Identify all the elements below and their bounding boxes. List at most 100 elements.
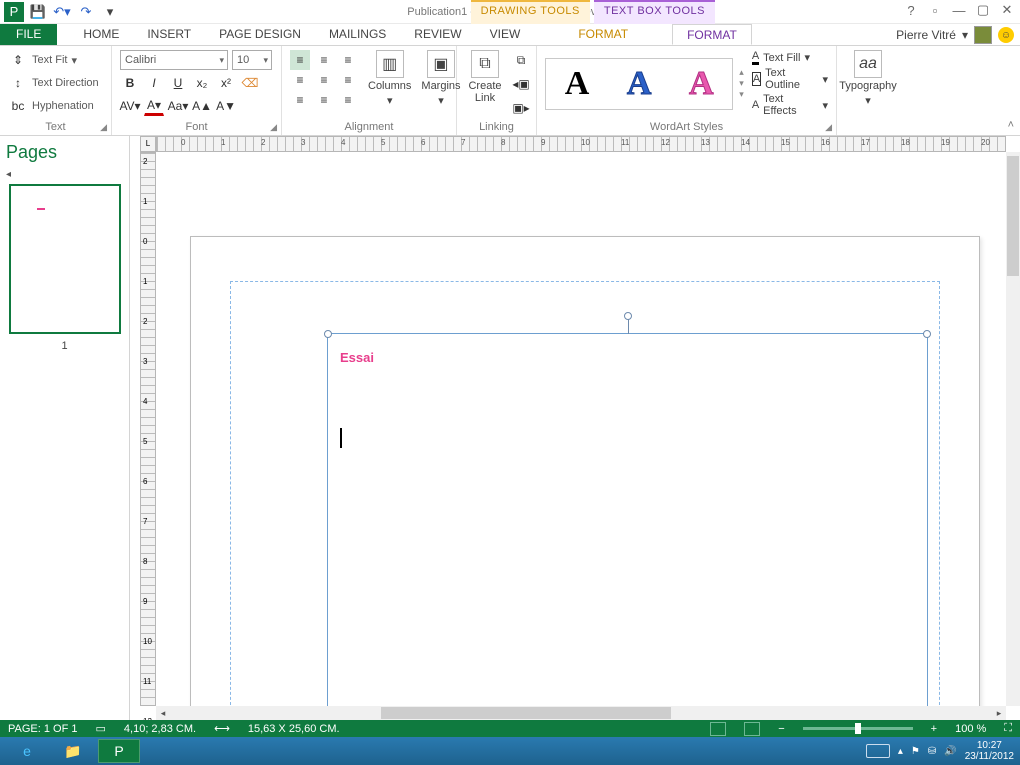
tray-arrow-icon[interactable]: ▴ xyxy=(898,746,903,757)
tab-view[interactable]: VIEW xyxy=(476,24,535,45)
columns-button[interactable]: ▥ Columns▾ xyxy=(368,50,411,110)
tab-review[interactable]: REVIEW xyxy=(400,24,475,45)
align-mid-center-button[interactable]: ≡ xyxy=(314,70,334,90)
char-spacing-button[interactable]: AV▾ xyxy=(120,96,140,116)
collapse-ribbon-icon[interactable]: ˄ xyxy=(1008,119,1014,131)
shrink-font-button[interactable]: A▼ xyxy=(216,96,236,116)
align-top-left-button[interactable]: ≡ xyxy=(290,50,310,70)
tray-volume-icon[interactable]: 🔊 xyxy=(944,746,956,757)
save-icon[interactable]: 💾 xyxy=(28,2,48,22)
text-fit-button[interactable]: Text Fit xyxy=(32,54,67,66)
user-dropdown-icon[interactable]: ▾ xyxy=(962,28,968,42)
font-family-select[interactable]: Calibri xyxy=(120,50,228,70)
italic-button[interactable]: I xyxy=(144,73,164,93)
subscript-button[interactable]: x₂ xyxy=(192,73,212,93)
wordart-gallery[interactable]: A A A xyxy=(545,58,733,110)
wordart-style-2[interactable]: A xyxy=(627,65,652,103)
text-outline-button[interactable]: AText Outline▾ xyxy=(752,67,828,91)
hscroll-left-icon[interactable]: ◂ xyxy=(156,706,170,720)
feedback-icon[interactable]: ☺ xyxy=(998,27,1014,43)
undo-icon[interactable]: ↶▾ xyxy=(52,2,72,22)
minimize-icon[interactable]: — xyxy=(950,3,968,18)
align-bot-left-button[interactable]: ≡ xyxy=(290,90,310,110)
break-link-icon[interactable]: ⧉ xyxy=(511,50,531,70)
text-effects-button[interactable]: AText Effects▾ xyxy=(752,93,828,117)
grow-font-button[interactable]: A▲ xyxy=(192,96,212,116)
typography-button[interactable]: aa Typography▾ xyxy=(845,50,891,107)
text-fit-icon[interactable]: ⇕ xyxy=(8,50,28,70)
align-top-center-button[interactable]: ≡ xyxy=(314,50,334,70)
user-avatar[interactable] xyxy=(974,26,992,44)
align-mid-left-button[interactable]: ≡ xyxy=(290,70,310,90)
taskbar-publisher-icon[interactable]: P xyxy=(98,739,140,763)
text-direction-icon[interactable]: ↕ xyxy=(8,73,28,93)
taskbar-ie-icon[interactable]: e xyxy=(6,739,48,763)
tab-mailings[interactable]: MAILINGS xyxy=(315,24,400,45)
margins-button[interactable]: ▣ Margins▾ xyxy=(421,50,460,110)
status-page[interactable]: PAGE: 1 OF 1 xyxy=(8,723,78,735)
align-bot-right-button[interactable]: ≡ xyxy=(338,90,358,110)
view-single-icon[interactable] xyxy=(710,722,726,736)
zoom-slider[interactable] xyxy=(803,727,913,730)
ribbon-options-icon[interactable]: ▫ xyxy=(926,3,944,18)
hyphenation-button[interactable]: Hyphenation xyxy=(32,100,94,112)
restore-icon[interactable]: ▢ xyxy=(974,2,992,18)
rotation-handle[interactable] xyxy=(624,312,632,320)
zoom-in-button[interactable]: + xyxy=(931,723,937,735)
chevron-down-icon[interactable]: ▾ xyxy=(71,54,77,67)
prev-link-icon[interactable]: ◂▣ xyxy=(511,74,531,94)
align-top-right-button[interactable]: ≡ xyxy=(338,50,358,70)
text-fill-button[interactable]: AText Fill▾ xyxy=(752,50,828,65)
text-dialog-icon[interactable]: ◢ xyxy=(100,122,107,133)
tray-flag-icon[interactable]: ⚑ xyxy=(911,746,920,757)
clock[interactable]: 10:27 23/11/2012 xyxy=(965,740,1014,762)
bold-button[interactable]: B xyxy=(120,73,140,93)
pages-collapse-icon[interactable]: ◂ xyxy=(6,169,123,180)
underline-button[interactable]: U xyxy=(168,73,188,93)
page-thumbnail[interactable] xyxy=(9,184,121,334)
fit-page-icon[interactable]: ⛶ xyxy=(1004,722,1012,735)
gallery-up-icon[interactable]: ▴ xyxy=(739,67,744,78)
align-mid-right-button[interactable]: ≡ xyxy=(338,70,358,90)
create-link-button[interactable]: ⧉ Create Link xyxy=(465,50,505,118)
next-link-icon[interactable]: ▣▸ xyxy=(511,98,531,118)
font-color-button[interactable]: A▾ xyxy=(144,96,164,116)
view-spread-icon[interactable] xyxy=(744,722,760,736)
wordart-style-1[interactable]: A xyxy=(565,65,590,103)
tab-textbox-format[interactable]: FORMAT xyxy=(672,24,752,45)
keyboard-icon[interactable] xyxy=(866,744,890,758)
clear-format-icon[interactable]: ⌫ xyxy=(240,73,260,93)
help-icon[interactable]: ? xyxy=(902,3,920,18)
qat-customize-icon[interactable]: ▾ xyxy=(100,2,120,22)
tab-home[interactable]: HOME xyxy=(69,24,133,45)
taskbar-explorer-icon[interactable]: 📁 xyxy=(52,739,94,763)
resize-handle-nw[interactable] xyxy=(324,330,332,338)
vscroll-thumb[interactable] xyxy=(1007,156,1019,276)
tab-page-design[interactable]: PAGE DESIGN xyxy=(205,24,315,45)
tab-insert[interactable]: INSERT xyxy=(133,24,205,45)
tab-file[interactable]: FILE xyxy=(0,24,57,45)
tab-drawing-format[interactable]: FORMAT xyxy=(564,24,642,45)
gallery-more-icon[interactable]: ▾ xyxy=(739,89,744,100)
horizontal-ruler[interactable]: 0123456789101112131415161718192021 xyxy=(156,136,1006,152)
hscroll-right-icon[interactable]: ▸ xyxy=(992,706,1006,720)
align-bot-center-button[interactable]: ≡ xyxy=(314,90,334,110)
text-box[interactable]: Essai xyxy=(327,333,928,720)
close-icon[interactable]: ✕ xyxy=(998,2,1016,18)
hyphenation-icon[interactable]: bc xyxy=(8,96,28,116)
wordart-style-3[interactable]: A xyxy=(689,65,714,103)
change-case-button[interactable]: Aa▾ xyxy=(168,96,188,116)
superscript-button[interactable]: x² xyxy=(216,73,236,93)
horizontal-scrollbar[interactable]: ◂ ▸ xyxy=(156,706,1006,720)
text-direction-button[interactable]: Text Direction xyxy=(32,77,99,89)
ruler-corner[interactable]: L xyxy=(140,136,156,152)
hscroll-thumb[interactable] xyxy=(381,707,671,719)
gallery-down-icon[interactable]: ▾ xyxy=(739,78,744,89)
resize-handle-ne[interactable] xyxy=(923,330,931,338)
user-name[interactable]: Pierre Vitré xyxy=(896,28,956,42)
font-dialog-icon[interactable]: ◢ xyxy=(270,122,277,133)
redo-icon[interactable]: ↷ xyxy=(76,2,96,22)
tray-network-icon[interactable]: ⛁ xyxy=(928,746,936,757)
font-size-select[interactable]: 10 xyxy=(232,50,272,70)
wordart-dialog-icon[interactable]: ◢ xyxy=(825,122,832,133)
